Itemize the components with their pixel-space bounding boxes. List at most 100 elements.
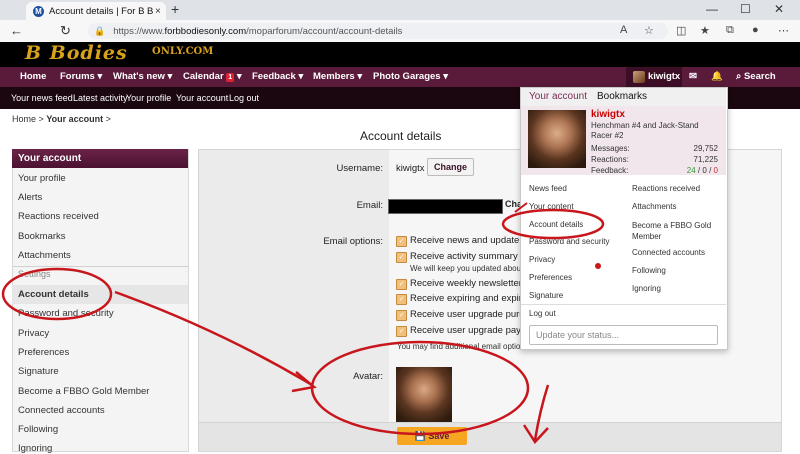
sidebar-item-bookmarks[interactable]: Bookmarks: [18, 231, 66, 242]
url-field[interactable]: 🔒 https://www.forbbodiesonly.com/moparfo…: [88, 23, 668, 39]
change-username-button[interactable]: Change: [427, 158, 475, 176]
more-menu-icon[interactable]: ⋯: [778, 24, 789, 37]
sidebar-item-gold-member[interactable]: Become a FBBO Gold Member: [18, 386, 149, 397]
maximize-icon[interactable]: ☐: [740, 2, 751, 16]
page-title: Account details: [360, 129, 442, 143]
stat-messages: 29,752 Messages:: [591, 144, 718, 153]
browser-tab-title: Account details | For B Bodies Only: [49, 5, 153, 17]
dd-link-privacy[interactable]: Privacy: [529, 255, 555, 264]
option-newsletter-checkbox[interactable]: ✓: [396, 279, 407, 290]
inbox-icon[interactable]: ✉: [689, 67, 697, 87]
sidebar-settings-heading: Settings: [18, 269, 51, 279]
url-text: https://www.forbbodiesonly.com/moparforu…: [113, 25, 403, 37]
reload-icon[interactable]: ↻: [60, 23, 71, 39]
nav-username[interactable]: kiwigtx: [648, 67, 680, 87]
close-window-icon[interactable]: ✕: [774, 2, 784, 16]
option-upgrade-purchase-label: Receive user upgrade purcha: [410, 309, 535, 320]
collections-icon[interactable]: ⧉: [726, 24, 734, 37]
browser-tab[interactable]: M Account details | For B Bodies Only ×: [26, 2, 166, 20]
minimize-icon[interactable]: —: [706, 2, 718, 16]
username-value: kiwigtx: [396, 163, 425, 174]
status-input[interactable]: Update your status...: [529, 325, 718, 345]
nav-home[interactable]: Home: [20, 67, 46, 87]
avatar: [633, 71, 645, 83]
subnav-latest-activity[interactable]: Latest activity: [73, 87, 128, 109]
favorite-star-icon[interactable]: ☆: [644, 24, 654, 37]
sidebar-item-reactions-received[interactable]: Reactions received: [18, 211, 99, 222]
option-expiring-checkbox[interactable]: ✓: [396, 294, 407, 305]
email-label: Email:: [356, 200, 383, 211]
dd-link-password-security[interactable]: Password and security: [529, 237, 609, 246]
subnav-log-out[interactable]: Log out: [229, 87, 259, 109]
dropdown-username[interactable]: kiwigtx: [591, 109, 625, 120]
dd-link-news-feed[interactable]: News feed: [529, 184, 567, 193]
nav-feedback[interactable]: Feedback ▾: [252, 67, 303, 87]
breadcrumb-your-account[interactable]: Your account: [46, 114, 103, 124]
dd-link-connected-accounts[interactable]: Connected accounts: [632, 248, 705, 257]
email-value-redacted: [388, 199, 503, 214]
nav-whats-new[interactable]: What's new ▾: [113, 67, 172, 87]
email-options-label: Email options:: [323, 236, 383, 247]
calendar-badge: 1: [226, 73, 235, 82]
breadcrumb-home[interactable]: Home: [12, 114, 36, 124]
sidebar-item-signature[interactable]: Signature: [18, 366, 59, 377]
stat-reactions: 71,225 Reactions:: [591, 155, 718, 164]
sidebar-item-password-security[interactable]: Password and security: [18, 308, 114, 319]
search-icon: ⌕: [736, 71, 742, 82]
sidebar-item-following[interactable]: Following: [18, 424, 58, 435]
option-upgrade-purchase-checkbox[interactable]: ✓: [396, 310, 407, 321]
option-activity-checkbox[interactable]: ✓: [396, 252, 407, 263]
sidebar-item-privacy[interactable]: Privacy: [18, 328, 49, 339]
site-logo[interactable]: B Bodies: [25, 42, 128, 64]
dd-link-ignoring[interactable]: Ignoring: [632, 284, 661, 293]
subnav-your-profile[interactable]: Your profile: [126, 87, 171, 109]
nav-photo-garages[interactable]: Photo Garages ▾: [373, 67, 448, 87]
option-upgrade-payment-label: Receive user upgrade payme: [410, 325, 535, 336]
nav-search[interactable]: ⌕ Search: [736, 67, 776, 87]
avatar-label: Avatar:: [353, 371, 383, 382]
avatar[interactable]: [396, 367, 452, 423]
site-favicon-icon: M: [33, 5, 44, 17]
sidebar-item-account-details[interactable]: Account details: [18, 289, 89, 300]
dd-link-reactions-received[interactable]: Reactions received: [632, 184, 700, 193]
subnav-news-feed[interactable]: Your news feed: [11, 87, 73, 109]
favorites-icon[interactable]: ★: [700, 24, 710, 37]
dd-link-attachments[interactable]: Attachments: [632, 202, 676, 211]
save-icon: 💾: [414, 431, 426, 441]
nav-members[interactable]: Members ▾: [313, 67, 362, 87]
sidebar-item-alerts[interactable]: Alerts: [18, 192, 42, 203]
option-upgrade-payment-checkbox[interactable]: ✓: [396, 326, 407, 337]
username-label: Username:: [336, 163, 383, 174]
sidebar-item-ignoring[interactable]: Ignoring: [18, 443, 52, 454]
sidebar-item-preferences[interactable]: Preferences: [18, 347, 69, 358]
option-expiring-label: Receive expiring and expired: [410, 293, 533, 304]
split-screen-icon[interactable]: ◫: [676, 24, 686, 37]
form-footer: [199, 422, 781, 451]
nav-forums[interactable]: Forums ▾: [60, 67, 102, 87]
tab-bookmarks[interactable]: Bookmarks: [597, 88, 647, 106]
profile-icon[interactable]: ●: [752, 24, 759, 36]
dd-link-following[interactable]: Following: [632, 266, 666, 275]
alerts-bell-icon[interactable]: 🔔: [711, 67, 723, 87]
sidebar-item-your-profile[interactable]: Your profile: [18, 173, 66, 184]
new-tab-button[interactable]: +: [171, 1, 179, 17]
option-news-label: Receive news and update em: [410, 235, 536, 246]
close-tab-icon[interactable]: ×: [155, 6, 161, 17]
nav-calendar[interactable]: Calendar 1 ▾: [183, 67, 242, 87]
sidebar-item-attachments[interactable]: Attachments: [18, 250, 71, 261]
read-aloud-icon[interactable]: A: [620, 24, 627, 36]
dd-link-your-content[interactable]: Your content: [529, 202, 574, 211]
activity-hint: We will keep you updated about: [410, 264, 524, 273]
dd-link-gold-member[interactable]: Become a FBBO Gold Member: [632, 220, 722, 242]
subnav-your-account[interactable]: Your account: [176, 87, 228, 109]
dd-link-log-out[interactable]: Log out: [529, 309, 556, 318]
dd-link-signature[interactable]: Signature: [529, 291, 563, 300]
back-icon[interactable]: ←: [10, 23, 23, 38]
sidebar-item-connected-accounts[interactable]: Connected accounts: [18, 405, 105, 416]
avatar[interactable]: [528, 110, 586, 168]
tab-your-account[interactable]: Your account: [529, 88, 588, 108]
option-news-checkbox[interactable]: ✓: [396, 236, 407, 247]
dd-link-account-details[interactable]: Account details: [529, 220, 583, 229]
dd-link-preferences[interactable]: Preferences: [529, 273, 572, 282]
save-button[interactable]: 💾 Save: [397, 427, 467, 445]
